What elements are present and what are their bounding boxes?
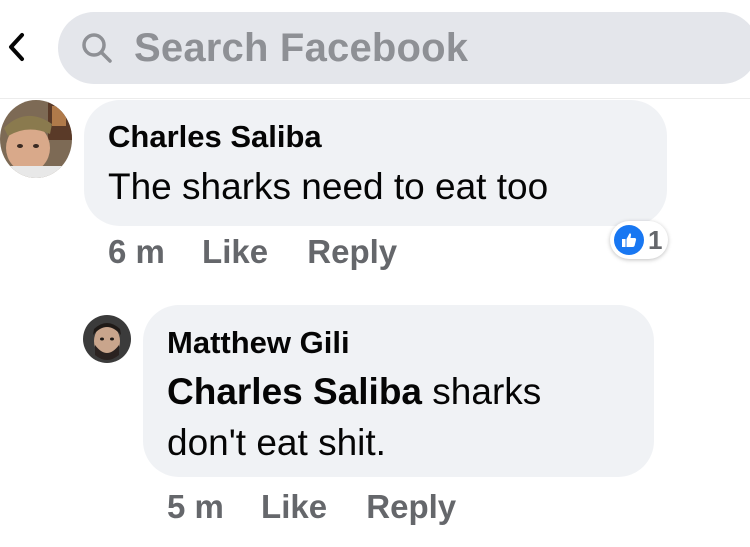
avatar[interactable] [0,100,72,178]
reply-text-line-1: Charles Saliba sharks [167,371,541,413]
comment-meta: 6 m Like Reply [108,233,397,271]
reply-text: sharks [422,371,542,412]
comment-text: The sharks need to eat too [108,166,549,207]
like-icon [614,225,644,255]
reply-author[interactable]: Matthew Gili [167,325,350,361]
reply-meta: 5 m Like Reply [167,488,456,526]
reply-text-line-2: don't eat shit. [167,422,386,463]
comment-timestamp: 6 m [108,233,165,270]
reply-button[interactable]: Reply [366,488,456,525]
search-bar[interactable]: Search Facebook [58,12,750,84]
back-button[interactable] [4,30,30,64]
reaction-count: 1 [648,224,663,255]
like-button[interactable]: Like [202,233,268,270]
chevron-left-icon [9,33,24,61]
comment-author[interactable]: Charles Saliba [108,119,322,155]
reaction-badge[interactable]: 1 [610,221,669,259]
like-button[interactable]: Like [261,488,327,525]
header-divider [0,98,750,99]
search-input[interactable]: Search Facebook [134,26,468,71]
reply-button[interactable]: Reply [307,233,397,270]
search-icon [80,30,116,66]
mention-link[interactable]: Charles Saliba [167,371,422,412]
reply-timestamp: 5 m [167,488,224,525]
avatar[interactable] [83,315,131,363]
